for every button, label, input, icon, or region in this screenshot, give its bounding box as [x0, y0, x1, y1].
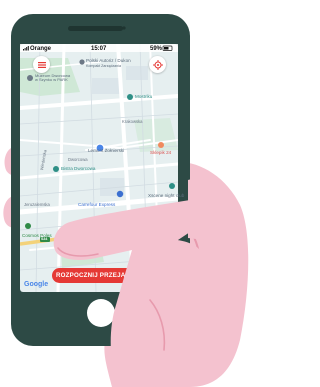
city-block — [92, 78, 120, 94]
start-ride-button[interactable]: ROZPOCZNIJ PRZEJAZD — [52, 268, 138, 283]
pin-carrefour — [116, 190, 124, 198]
map-label-mostriku: Mostriku — [135, 94, 153, 99]
pin-sklepik — [158, 142, 164, 148]
map-label-lemont: Lemont Żołnierski — [88, 148, 125, 153]
home-button — [87, 299, 115, 327]
pin-top — [79, 59, 85, 65]
pin-gym — [154, 224, 162, 232]
hamburger-icon — [37, 61, 46, 68]
locate-me-button[interactable] — [149, 56, 166, 73]
battery-percent: 59% — [150, 46, 163, 52]
street-label-krakowska: Krakowska — [122, 119, 143, 124]
map-label-museum: Muzeum Dworcowa w Szynku w PARK — [35, 73, 71, 82]
phone-notch — [68, 26, 123, 31]
pin-bistro — [53, 166, 59, 172]
map-label-gym: Gym Corner — [134, 212, 160, 217]
pin-museum — [27, 75, 33, 81]
map-label-xscene: Xscene night club — [148, 193, 185, 198]
map-label-bistro: Bistra Dworcowa — [61, 166, 96, 171]
map-label-carrefour: Carrefour Express — [78, 202, 116, 207]
road-number: S34 — [41, 236, 48, 241]
phone-camera — [122, 26, 126, 30]
map-label-top-location-sub: Kompakt Zarządzania — [86, 64, 121, 68]
pin-cosmos — [25, 223, 31, 229]
menu-button[interactable] — [33, 56, 50, 73]
google-logo: Google — [24, 281, 48, 288]
google-logo-text: Google — [24, 281, 49, 288]
status-time: 15:07 — [91, 46, 107, 52]
map-label-top-location: Polski Autoriz / Dukon — [86, 58, 131, 63]
street-label-dworcowa: Dworcowa — [68, 157, 88, 162]
street-label-jeruzalem: Jeruzalemska — [24, 202, 50, 207]
pin-mostriku — [127, 94, 133, 100]
pin-xscene — [169, 183, 175, 189]
target-icon — [152, 59, 163, 70]
city-block — [126, 66, 148, 80]
carrier-name: Orange — [30, 46, 52, 52]
map-label-sklepik: Sklepik 24 — [150, 150, 172, 155]
